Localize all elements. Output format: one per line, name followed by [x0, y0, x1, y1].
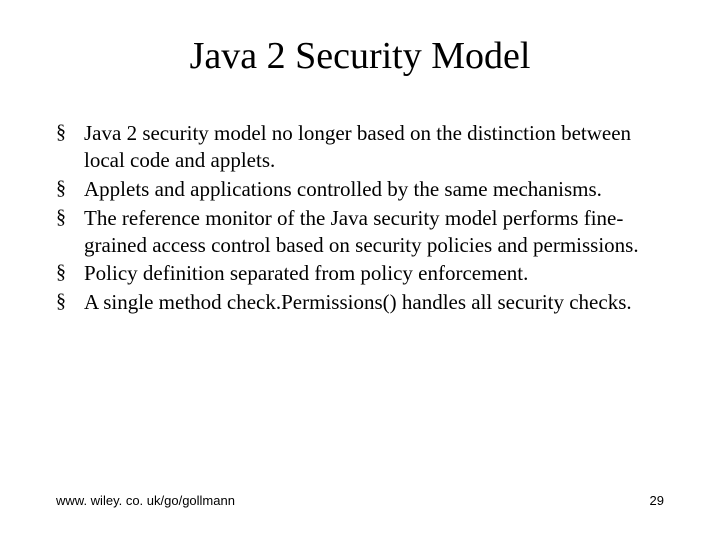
slide-title: Java 2 Security Model [56, 34, 664, 78]
list-item: Applets and applications controlled by t… [56, 176, 664, 203]
bullet-text: A single method check.Permissions() hand… [84, 290, 632, 314]
slide: Java 2 Security Model Java 2 security mo… [0, 0, 720, 540]
page-number: 29 [650, 493, 664, 508]
list-item: Java 2 security model no longer based on… [56, 120, 664, 174]
bullet-list: Java 2 security model no longer based on… [56, 120, 664, 316]
bullet-text: Applets and applications controlled by t… [84, 177, 602, 201]
bullet-text: The reference monitor of the Java securi… [84, 206, 639, 257]
bullet-text: Java 2 security model no longer based on… [84, 121, 631, 172]
footer-url: www. wiley. co. uk/go/gollmann [56, 493, 235, 508]
bullet-text: Policy definition separated from policy … [84, 261, 528, 285]
list-item: A single method check.Permissions() hand… [56, 289, 664, 316]
list-item: Policy definition separated from policy … [56, 260, 664, 287]
list-item: The reference monitor of the Java securi… [56, 205, 664, 259]
footer: www. wiley. co. uk/go/gollmann 29 [56, 493, 664, 508]
